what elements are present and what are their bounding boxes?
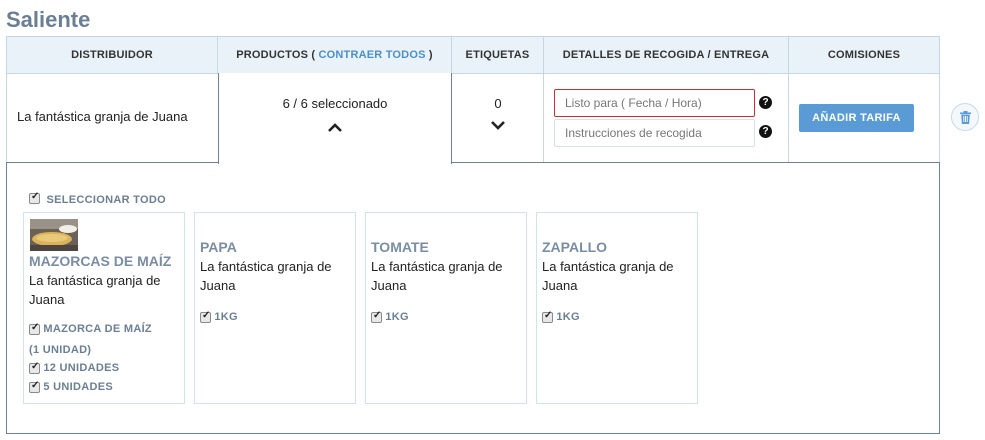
checkbox-icon[interactable] (29, 380, 40, 393)
collapse-all-link[interactable]: CONTRAER TODOS (319, 49, 426, 61)
products-cell[interactable]: 6 / 6 seleccionado (218, 73, 452, 164)
checkbox-icon[interactable] (29, 322, 40, 335)
help-icon[interactable]: ? (759, 125, 772, 138)
header-comisiones: COMISIONES (827, 49, 901, 61)
product-name: PAPA (200, 239, 237, 255)
product-option[interactable]: 1KG (371, 310, 409, 323)
page-title: Saliente (6, 7, 91, 32)
header-productos-close: ) (428, 49, 433, 61)
product-farm: La fantástica granja de Juana (29, 273, 161, 307)
product-option[interactable]: MAZORCA DE MAÍZ (29, 322, 152, 335)
product-card: ZAPALLO La fantástica granja de Juana 1K… (536, 212, 698, 404)
tags-cell: 0 (452, 73, 544, 163)
tags-count: 0 (494, 96, 502, 111)
checkbox-icon[interactable] (371, 310, 382, 323)
product-name: TOMATE (371, 239, 429, 255)
trash-icon (960, 111, 971, 124)
selected-count: 6 / 6 seleccionado (282, 96, 388, 111)
product-farm: La fantástica granja de Juana (371, 259, 503, 293)
header-productos: PRODUCTOS ( CONTRAER TODOS ) (218, 37, 452, 73)
distributor-cell: La fantástica granja de Juana (7, 73, 219, 163)
distributor-name: La fantástica granja de Juana (17, 109, 188, 124)
select-all-control[interactable]: SELECCIONAR TODO (29, 190, 166, 208)
product-option[interactable]: 1KG (200, 310, 238, 323)
divider (6, 162, 219, 163)
checkbox-icon[interactable] (29, 361, 40, 374)
product-farm: La fantástica granja de Juana (200, 259, 332, 293)
product-option[interactable]: 12 UNIDADES (29, 361, 120, 374)
product-image (30, 219, 78, 251)
pickup-instructions-input[interactable]: Instrucciones de recogida (554, 119, 755, 147)
delete-button[interactable] (951, 103, 979, 131)
pickup-details-cell (544, 73, 789, 163)
header-etiquetas: ETIQUETAS (452, 37, 544, 73)
option-label-continued: (1 UNIDAD) (29, 344, 92, 356)
checkbox-icon[interactable] (200, 310, 211, 323)
ready-datetime-input[interactable]: Listo para ( Fecha / Hora) (554, 89, 755, 117)
checkbox-icon[interactable] (29, 191, 40, 205)
product-option[interactable]: 5 UNIDADES (29, 380, 113, 393)
product-farm: La fantástica granja de Juana (542, 259, 674, 293)
chevron-up-icon[interactable] (327, 121, 343, 133)
product-card: MAZORCAS DE MAÍZ La fantástica granja de… (23, 212, 185, 404)
product-card: PAPA La fantástica granja de Juana 1KG (194, 212, 356, 404)
divider (451, 162, 940, 163)
table-header: DISTRIBUIDOR PRODUCTOS ( CONTRAER TODOS … (6, 36, 940, 74)
product-name: ZAPALLO (542, 239, 608, 255)
option-label: 12 UNIDADES (43, 362, 120, 374)
product-card: TOMATE La fantástica granja de Juana 1KG (365, 212, 527, 404)
product-name: MAZORCAS DE MAÍZ (29, 253, 172, 269)
header-detalles: DETALLES DE RECOGIDA / ENTREGA (544, 37, 789, 73)
header-productos-label: PRODUCTOS ( (236, 49, 316, 61)
option-label: 1KG (385, 311, 409, 323)
checkbox-icon[interactable] (542, 310, 553, 323)
option-label: MAZORCA DE MAÍZ (43, 323, 152, 335)
header-distribuidor: DISTRIBUIDOR (7, 37, 218, 73)
add-rate-button[interactable]: AÑADIR TARIFA (799, 104, 914, 132)
select-all-label: SELECCIONAR TODO (46, 194, 166, 206)
help-icon[interactable]: ? (759, 96, 772, 109)
chevron-down-icon[interactable] (490, 119, 506, 131)
option-label: 1KG (556, 311, 580, 323)
option-label: 5 UNIDADES (43, 381, 113, 393)
option-label: 1KG (214, 311, 238, 323)
product-option[interactable]: 1KG (542, 310, 580, 323)
